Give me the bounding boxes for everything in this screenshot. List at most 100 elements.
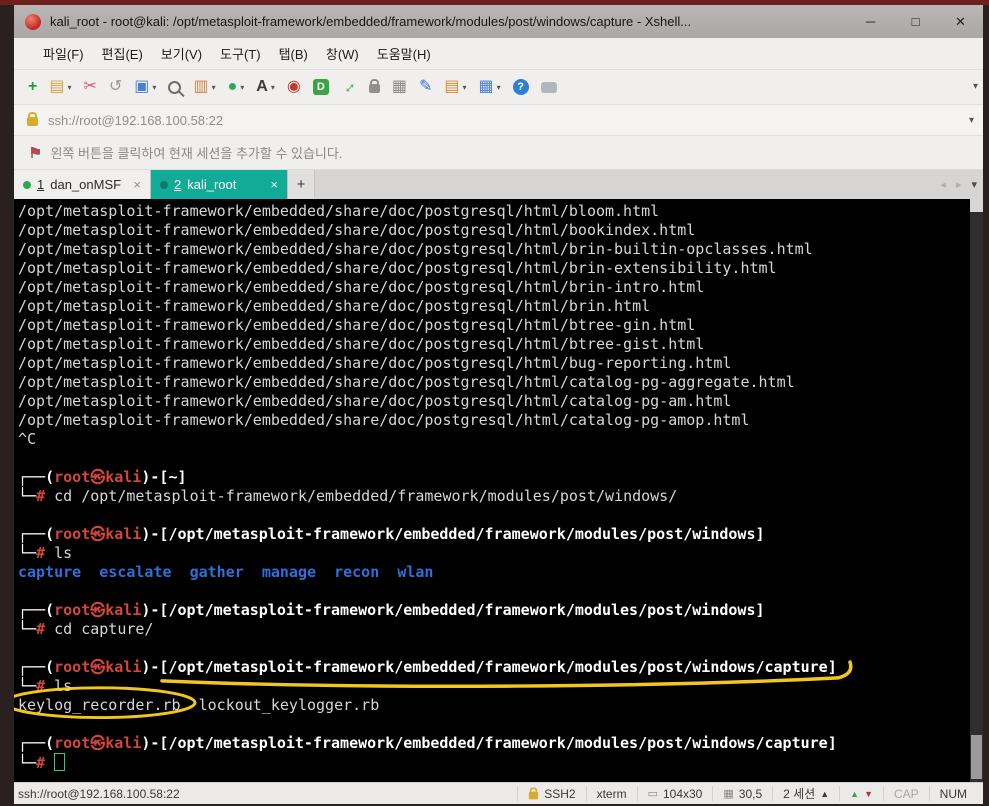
toolbar-overflow-button[interactable]: ▾ [973,81,978,92]
record-icon: ◉ [286,78,301,95]
address-dropdown-button[interactable]: ▾ [969,115,974,126]
tab-scroll-right-button[interactable]: ▸ [956,178,962,191]
layout-button[interactable]: ▦ ▾ [472,76,506,98]
caret-up-icon: ▲ [820,788,830,799]
tab-number: 1 [37,177,45,192]
tab-nav: ◂ ▸ ▾ [940,170,977,199]
terminal-line: /opt/metasploit-framework/embedded/share… [18,297,965,316]
info-bar: ⚑ 왼쪽 버튼을 클릭하여 현재 세션을 추가할 수 있습니다. [14,136,983,170]
transfer-button[interactable]: ▥ ▾ [187,76,221,98]
terminal-text: root㉿kali [54,658,142,676]
session-manager-button[interactable]: ✂ [77,76,102,98]
new-tab-button[interactable]: + [288,170,315,199]
compose-button[interactable]: ✎ [413,76,438,98]
window-title: kali_root - root@kali: /opt/metasploit-f… [50,14,692,29]
terminal-line: /opt/metasploit-framework/embedded/share… [18,316,965,335]
tab-scroll-left-button[interactable]: ◂ [940,178,946,191]
terminal-text: ls [54,544,73,562]
connect-button[interactable]: ● ▾ [222,76,251,98]
terminal-text: /opt/metasploit-framework/embedded/share… [18,202,660,220]
help-button[interactable]: ? [507,76,535,98]
tab-kali_root[interactable]: 2 kali_root × [151,170,288,199]
terminal-line: └─# cd /opt/metasploit-framework/embedde… [18,487,965,506]
terminal-line: ┌──(root㉿kali)-[/opt/metasploit-framewor… [18,658,965,677]
address-bar[interactable]: ssh://root@192.168.100.58:22 ▾ [14,105,983,136]
terminal-line: /opt/metasploit-framework/embedded/share… [18,354,965,373]
minimize-button[interactable]: ─ [848,5,893,38]
tab-list-button[interactable]: ▾ [971,178,977,191]
terminal-text: )-[ [141,468,169,486]
status-label: xterm [596,786,627,801]
status-label: NUM [939,786,967,801]
terminal-text: # [36,544,55,562]
terminal-scrollbar[interactable] [970,199,983,782]
terminal-line: ┌──(root㉿kali)-[~] [18,468,965,487]
font-icon: A [256,78,268,95]
menu-bar: 파일(F) 편집(E) 보기(V) 도구(T) 탭(B) 창(W) 도움말(H) [14,38,983,70]
maximize-button[interactable]: □ [893,5,938,38]
status-connection: ssh://root@192.168.100.58:22 [18,786,180,801]
status-protocol[interactable]: SSH2 [517,786,585,801]
terminal[interactable]: /opt/metasploit-framework/embedded/share… [14,199,983,782]
session-status-icon [160,180,168,189]
tab-close-icon[interactable]: × [133,177,141,192]
terminal-text: escalate [99,563,172,581]
session-properties-icon: ▣ [134,78,150,95]
terminal-text: ┌──( [18,468,55,486]
feedback-button[interactable] [535,79,563,96]
lock-icon [529,786,539,799]
reconnect-icon: ↺ [108,78,123,95]
scrollbar-thumb[interactable] [971,735,982,779]
terminal-line: ┌──(root㉿kali)-[/opt/metasploit-framewor… [18,601,965,620]
terminal-line: /opt/metasploit-framework/embedded/share… [18,373,965,392]
status-caps-lock[interactable]: CAP [882,786,929,801]
status-sessions[interactable]: 2 세션 ▲ [772,786,839,801]
menu-item-1[interactable]: 파일(F) [34,41,93,66]
new-session-button[interactable]: + [22,76,43,98]
terminal-line: /opt/metasploit-framework/embedded/share… [18,240,965,259]
status-term-size[interactable]: ▭ 104x30 [636,786,713,801]
scrollbar-top-button[interactable] [970,199,983,212]
download-arrow-icon: ▼ [864,788,873,799]
menu-item-2[interactable]: 편집(E) [93,41,152,66]
terminal-text: )-[ [141,525,169,543]
tab-close-icon[interactable]: × [270,177,278,192]
fullscreen-button[interactable]: ↔ [335,74,363,99]
status-label: SSH2 [544,786,576,801]
terminal-text: /opt/metasploit-framework/embedded/share… [18,259,777,277]
status-term-type[interactable]: xterm [585,786,637,801]
status-traffic[interactable]: ▲ ▼ [839,786,883,801]
file-manager-button[interactable]: ▤ ▾ [438,76,472,98]
terminal-line: └─# [18,753,965,772]
fullscreen-icon: ↔ [336,74,361,99]
terminal-text: ┌──( [18,525,55,543]
menu-item-5[interactable]: 탭(B) [270,41,317,66]
upload-arrow-icon: ▲ [850,788,860,799]
dynamic-forward-button[interactable]: D [307,76,335,98]
status-num-lock[interactable]: NUM [928,786,977,801]
menu-item-4[interactable]: 도구(T) [211,41,270,66]
close-button[interactable]: ✕ [938,5,983,38]
terminal-output: /opt/metasploit-framework/embedded/share… [14,199,983,782]
status-label: 2 세션 [783,787,816,801]
compose-icon: ✎ [418,78,433,95]
status-cursor-pos[interactable]: ▦ 30,5 [712,786,772,801]
reconnect-button[interactable]: ↺ [103,76,128,98]
lock-screen-button[interactable] [363,78,386,96]
find-button[interactable] [162,78,187,97]
menu-item-6[interactable]: 창(W) [317,41,368,66]
record-button[interactable]: ◉ [281,76,307,98]
chevron-down-icon: ▾ [270,82,275,92]
terminal-line: └─# ls [18,677,965,696]
menu-item-3[interactable]: 보기(V) [152,41,211,66]
tab-dan_onMSF[interactable]: 1 dan_onMSF × [14,170,151,199]
terminal-text: ] [827,658,837,676]
session-properties-button[interactable]: ▣ ▾ [128,76,162,98]
terminal-line: └─# ls [18,544,965,563]
calculator-button[interactable]: ▦ [386,76,413,98]
font-button[interactable]: A ▾ [250,76,281,98]
calculator-icon: ▦ [391,78,407,95]
terminal-text: )-[ [141,601,169,619]
open-session-button[interactable]: ▤ ▾ [43,76,77,98]
menu-item-7[interactable]: 도움말(H) [368,41,440,66]
